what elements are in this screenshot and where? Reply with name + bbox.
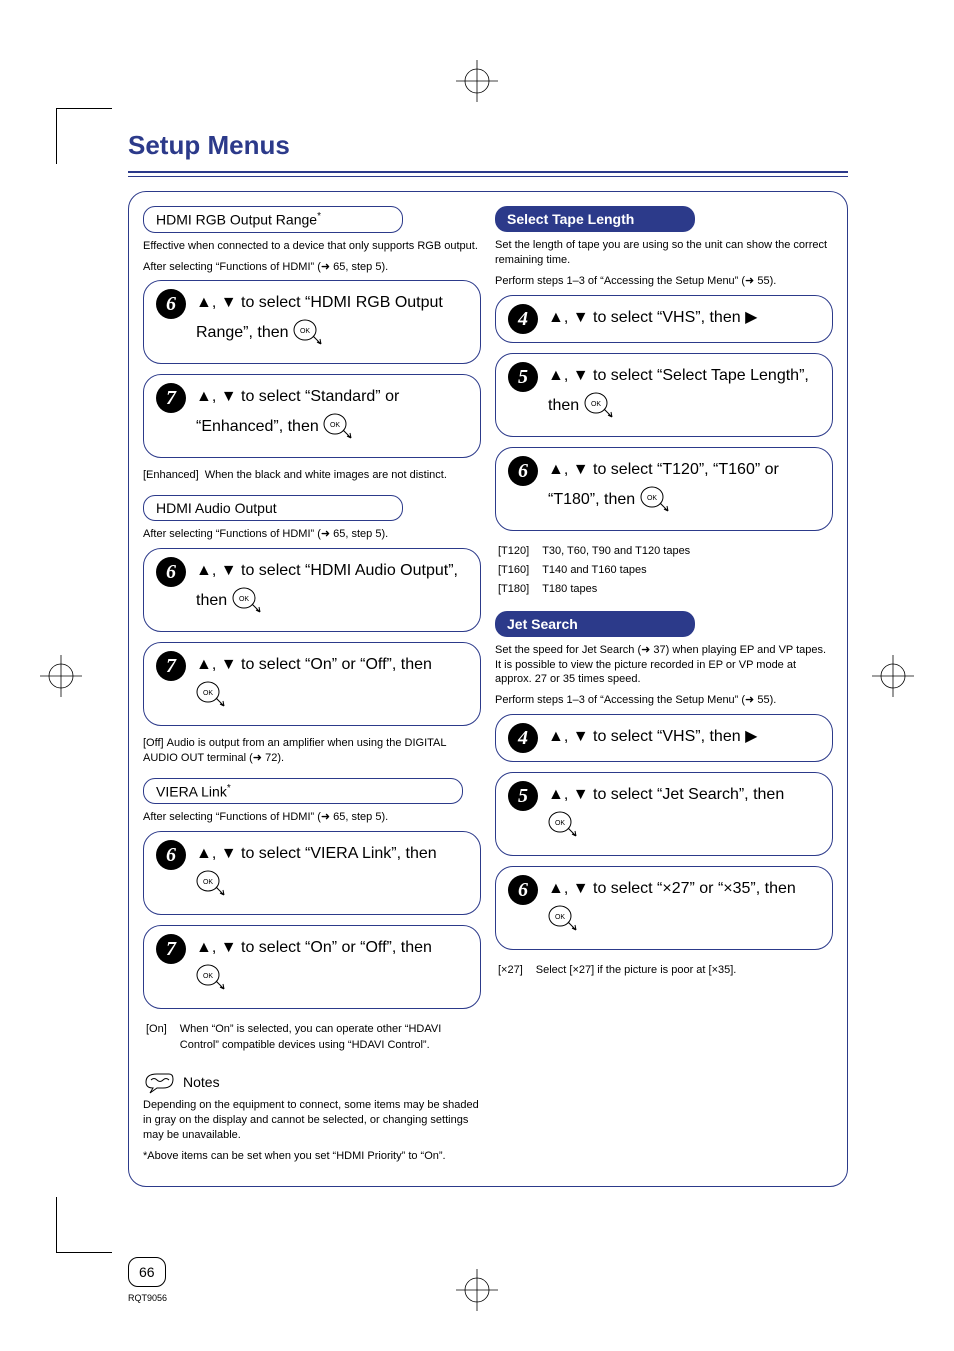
ok-button-icon: OK bbox=[640, 486, 672, 522]
tape-length-step5-text: ▲, ▼ to select “Select Tape Length”, the… bbox=[548, 364, 820, 424]
heading-jet-search: Jet Search bbox=[495, 611, 695, 637]
hdmi-audio-step7: 7 ▲, ▼ to select “On” or “Off”, then OK bbox=[143, 642, 481, 726]
jet-search-step4: 4 ▲, ▼ to select “VHS”, then ▶ bbox=[495, 714, 833, 762]
hdmi-rgb-desc1: Effective when connected to a device tha… bbox=[143, 239, 481, 254]
step-number-icon: 7 bbox=[156, 383, 186, 413]
notes-heading: Notes bbox=[143, 1070, 481, 1094]
step-number-icon: 4 bbox=[508, 304, 538, 334]
heading-hdmi-audio: HDMI Audio Output bbox=[143, 495, 403, 521]
svg-text:OK: OK bbox=[555, 820, 565, 827]
asterisk: * bbox=[317, 211, 321, 222]
step-number-icon: 6 bbox=[156, 557, 186, 587]
svg-text:OK: OK bbox=[591, 401, 601, 408]
step-number-icon: 6 bbox=[508, 875, 538, 905]
tape-length-step5: 5 ▲, ▼ to select “Select Tape Length”, t… bbox=[495, 353, 833, 437]
jet-search-step5-text: ▲, ▼ to select “Jet Search”, then OK bbox=[548, 783, 820, 843]
step-number-icon: 6 bbox=[156, 289, 186, 319]
ok-button-icon: OK bbox=[293, 319, 325, 355]
jet-search-step4-text: ▲, ▼ to select “VHS”, then ▶ bbox=[548, 725, 820, 749]
ok-button-icon: OK bbox=[584, 392, 616, 428]
tape-length-step6-text: ▲, ▼ to select “T120”, “T160” or “T180”,… bbox=[548, 458, 820, 518]
heading-viera-link: VIERA Link* bbox=[143, 778, 463, 805]
svg-text:OK: OK bbox=[239, 596, 249, 603]
hdmi-rgb-step7-text: ▲, ▼ to select “Standard” or “Enhanced”,… bbox=[196, 385, 468, 445]
corner-bracket-tl bbox=[56, 108, 112, 164]
title-underline bbox=[128, 171, 848, 177]
manual-page: Setup Menus HDMI RGB Output Range* Effec… bbox=[0, 0, 954, 1351]
tape-length-step4-text: ▲, ▼ to select “VHS”, then ▶ bbox=[548, 306, 820, 330]
svg-text:OK: OK bbox=[555, 914, 565, 921]
crop-mark-top bbox=[456, 60, 498, 102]
notes-icon bbox=[143, 1070, 175, 1094]
tape-length-step4: 4 ▲, ▼ to select “VHS”, then ▶ bbox=[495, 295, 833, 343]
step-number-icon: 5 bbox=[508, 781, 538, 811]
hdmi-audio-off-note: [Off] Audio is output from an amplifier … bbox=[143, 736, 481, 766]
ok-button-icon: OK bbox=[196, 964, 228, 1000]
hdmi-audio-step6-text: ▲, ▼ to select “HDMI Audio Output”, then… bbox=[196, 559, 468, 619]
step-number-icon: 5 bbox=[508, 362, 538, 392]
ok-button-icon: OK bbox=[548, 811, 580, 847]
jet-search-step6-text: ▲, ▼ to select “×27” or “×35”, then OK bbox=[548, 877, 820, 937]
crop-mark-left bbox=[40, 655, 82, 697]
viera-link-step6-text: ▲, ▼ to select “VIERA Link”, then OK bbox=[196, 842, 468, 902]
ok-button-icon: OK bbox=[196, 870, 228, 906]
step-number-icon: 7 bbox=[156, 651, 186, 681]
hdmi-rgb-desc2: After selecting “Functions of HDMI” (➜ 6… bbox=[143, 260, 481, 275]
hdmi-audio-step6: 6 ▲, ▼ to select “HDMI Audio Output”, th… bbox=[143, 548, 481, 632]
ok-button-icon: OK bbox=[232, 587, 264, 623]
viera-link-step6: 6 ▲, ▼ to select “VIERA Link”, then OK bbox=[143, 831, 481, 915]
svg-text:OK: OK bbox=[203, 973, 213, 980]
tape-length-step6: 6 ▲, ▼ to select “T120”, “T160” or “T180… bbox=[495, 447, 833, 531]
footer-code: RQT9056 bbox=[128, 1293, 167, 1303]
hdmi-rgb-enhanced-note: [Enhanced] When the black and white imag… bbox=[143, 468, 481, 483]
heading-select-tape-length: Select Tape Length bbox=[495, 206, 695, 232]
hdmi-rgb-step7: 7 ▲, ▼ to select “Standard” or “Enhanced… bbox=[143, 374, 481, 458]
heading-viera-link-text: VIERA Link bbox=[156, 783, 227, 799]
crop-mark-right bbox=[872, 655, 914, 697]
step-number-icon: 7 bbox=[156, 934, 186, 964]
step-number-icon: 4 bbox=[508, 723, 538, 753]
jet-search-desc1: Set the speed for Jet Search (➜ 37) when… bbox=[495, 643, 833, 688]
tape-length-desc2: Perform steps 1–3 of “Accessing the Setu… bbox=[495, 274, 833, 289]
heading-hdmi-rgb: HDMI RGB Output Range* bbox=[143, 206, 403, 233]
page-title: Setup Menus bbox=[128, 130, 854, 161]
svg-text:OK: OK bbox=[203, 690, 213, 697]
jet-search-step6: 6 ▲, ▼ to select “×27” or “×35”, then OK bbox=[495, 866, 833, 950]
jet-search-desc2: Perform steps 1–3 of “Accessing the Setu… bbox=[495, 693, 833, 708]
step-number-icon: 6 bbox=[508, 456, 538, 486]
svg-text:OK: OK bbox=[330, 422, 340, 429]
svg-text:OK: OK bbox=[647, 495, 657, 502]
notes-body2: *Above items can be set when you set “HD… bbox=[143, 1149, 481, 1164]
ok-button-icon: OK bbox=[323, 413, 355, 449]
hdmi-audio-step7-text: ▲, ▼ to select “On” or “Off”, then OK bbox=[196, 653, 468, 713]
content-frame: HDMI RGB Output Range* Effective when co… bbox=[128, 191, 848, 1187]
step-number-icon: 6 bbox=[156, 840, 186, 870]
ok-button-icon: OK bbox=[196, 681, 228, 717]
hdmi-audio-desc: After selecting “Functions of HDMI” (➜ 6… bbox=[143, 527, 481, 542]
left-column: HDMI RGB Output Range* Effective when co… bbox=[143, 206, 481, 1169]
viera-link-step7: 7 ▲, ▼ to select “On” or “Off”, then OK bbox=[143, 925, 481, 1009]
hdmi-rgb-step6: 6 ▲, ▼ to select “HDMI RGB Output Range”… bbox=[143, 280, 481, 364]
jet-search-step5: 5 ▲, ▼ to select “Jet Search”, then OK bbox=[495, 772, 833, 856]
svg-text:OK: OK bbox=[300, 328, 310, 335]
svg-text:OK: OK bbox=[203, 879, 213, 886]
asterisk: * bbox=[227, 783, 231, 794]
page-number: 66 bbox=[128, 1257, 166, 1287]
crop-mark-bottom bbox=[456, 1269, 498, 1311]
viera-link-desc: After selecting “Functions of HDMI” (➜ 6… bbox=[143, 810, 481, 825]
notes-body1: Depending on the equipment to connect, s… bbox=[143, 1098, 481, 1143]
viera-link-step7-text: ▲, ▼ to select “On” or “Off”, then OK bbox=[196, 936, 468, 996]
tape-length-desc1: Set the length of tape you are using so … bbox=[495, 238, 833, 268]
viera-link-on-note: [On] When “On” is selected, you can oper… bbox=[143, 1019, 481, 1056]
corner-bracket-bl bbox=[56, 1197, 112, 1253]
jet-search-option-table: [×27]Select [×27] if the picture is poor… bbox=[495, 960, 739, 981]
right-column: Select Tape Length Set the length of tap… bbox=[495, 206, 833, 1169]
tape-length-option-table: [T120]T30, T60, T90 and T120 tapes [T160… bbox=[495, 541, 693, 601]
heading-hdmi-rgb-text: HDMI RGB Output Range bbox=[156, 212, 317, 228]
ok-button-icon: OK bbox=[548, 905, 580, 941]
hdmi-rgb-step6-text: ▲, ▼ to select “HDMI RGB Output Range”, … bbox=[196, 291, 468, 351]
notes-label: Notes bbox=[183, 1074, 220, 1090]
